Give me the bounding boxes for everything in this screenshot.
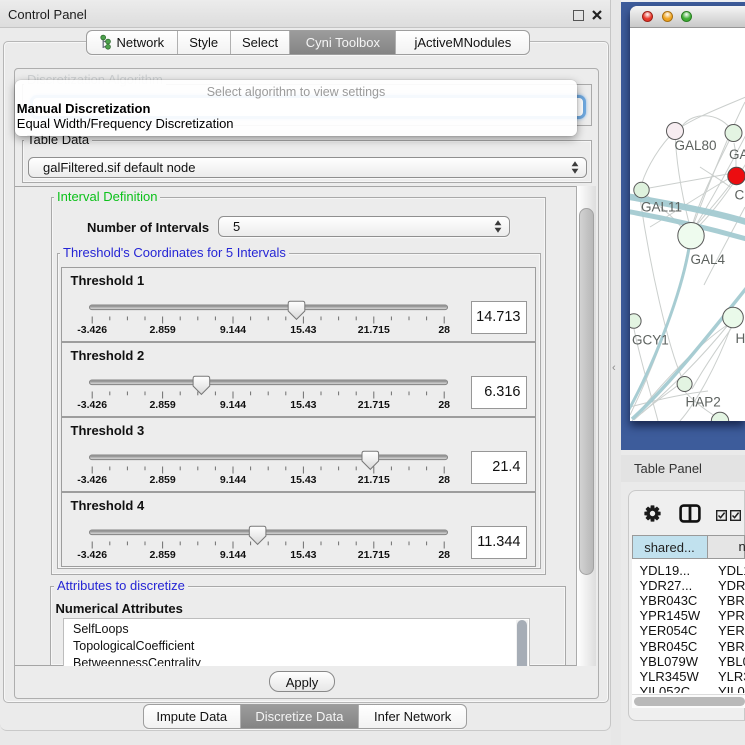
svg-text:15.43: 15.43	[290, 475, 316, 486]
svg-text:GAL4: GAL4	[691, 252, 726, 267]
svg-text:28: 28	[438, 475, 450, 486]
svg-text:2.859: 2.859	[149, 325, 175, 336]
svg-text:2.859: 2.859	[149, 475, 175, 486]
svg-text:-3.426: -3.426	[77, 325, 107, 336]
svg-text:9.144: 9.144	[220, 475, 246, 486]
svg-text:21.715: 21.715	[358, 400, 390, 411]
svg-text:HAP2: HAP2	[686, 395, 721, 410]
svg-text:28: 28	[438, 400, 450, 411]
svg-text:9.144: 9.144	[220, 400, 246, 411]
svg-text:-3.426: -3.426	[77, 475, 107, 486]
svg-text:GAL11: GAL11	[641, 200, 682, 215]
svg-text:21.715: 21.715	[358, 475, 390, 486]
svg-text:15.43: 15.43	[290, 325, 316, 336]
svg-text:21.715: 21.715	[358, 325, 390, 336]
svg-text:15.43: 15.43	[290, 400, 316, 411]
svg-text:2.859: 2.859	[149, 550, 175, 561]
svg-text:2.859: 2.859	[149, 400, 175, 411]
svg-text:28: 28	[438, 325, 450, 336]
svg-text:GAL: GAL	[729, 147, 745, 162]
svg-text:-3.426: -3.426	[77, 550, 107, 561]
svg-text:28: 28	[438, 550, 450, 561]
svg-text:H: H	[736, 331, 745, 346]
svg-text:15.43: 15.43	[290, 550, 316, 561]
svg-text:-3.426: -3.426	[77, 400, 107, 411]
svg-text:GAL80: GAL80	[675, 138, 717, 153]
svg-text:9.144: 9.144	[220, 325, 246, 336]
svg-text:C: C	[735, 188, 745, 203]
svg-text:GCY1: GCY1	[632, 333, 669, 348]
svg-text:21.715: 21.715	[358, 550, 390, 561]
svg-text:9.144: 9.144	[220, 550, 246, 561]
